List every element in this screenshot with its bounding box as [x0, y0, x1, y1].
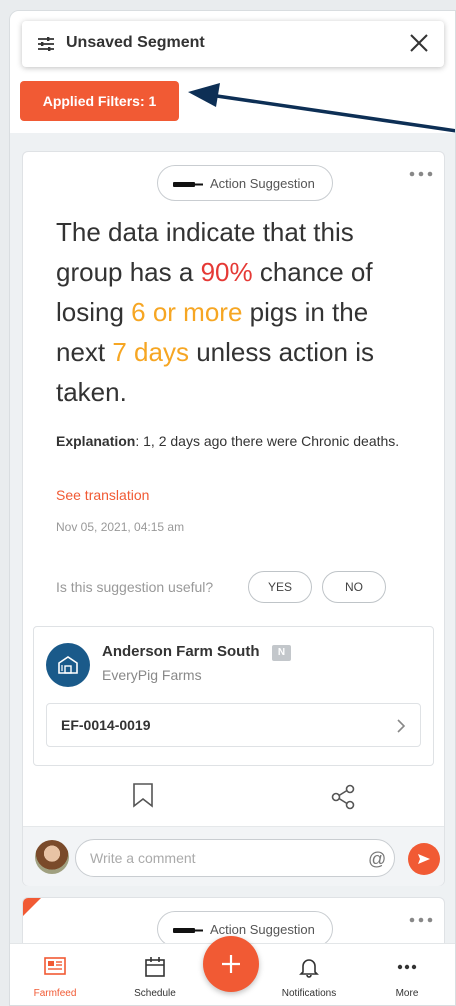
add-button[interactable] [203, 936, 259, 992]
farm-organization: EveryPig Farms [102, 667, 202, 683]
mention-icon[interactable]: @ [368, 849, 386, 870]
yes-button[interactable]: YES [248, 571, 312, 603]
comment-input[interactable] [75, 839, 395, 877]
send-icon [418, 854, 430, 864]
bell-icon [299, 959, 319, 978]
segment-bar[interactable]: Unsaved Segment [22, 21, 444, 67]
user-avatar [35, 840, 69, 874]
probability-value: 90% [200, 257, 253, 287]
nav-label: Schedule [134, 988, 176, 999]
more-icon [397, 964, 417, 970]
usefulness-question: Is this suggestion useful? [56, 579, 214, 595]
nav-notifications[interactable]: Notifications [264, 944, 354, 1005]
nav-schedule[interactable]: Schedule [110, 944, 200, 1005]
syringe-icon [173, 182, 203, 187]
more-options-icon[interactable] [408, 916, 434, 924]
farmfeed-icon [44, 957, 66, 975]
timestamp: Nov 05, 2021, 04:15 am [56, 520, 185, 534]
bookmark-icon[interactable] [132, 782, 154, 808]
nav-label: Farmfeed [33, 988, 77, 999]
bottom-navigation: Farmfeed Schedule Notifications More [10, 936, 455, 1005]
time-window-value: 7 days [112, 337, 189, 367]
comment-area: @ [23, 826, 444, 886]
calendar-icon [145, 957, 165, 977]
annotation-arrow-icon [188, 83, 455, 133]
explanation-label: Explanation [56, 433, 136, 449]
explanation-text: : 1, 2 days ago there were Chronic death… [135, 433, 400, 449]
more-options-icon[interactable] [408, 170, 434, 178]
farm-info-box: Anderson Farm South N EveryPig Farms EF-… [33, 626, 434, 766]
share-icon[interactable] [330, 784, 356, 810]
syringe-icon [173, 928, 203, 933]
card-type-label: Action Suggestion [210, 176, 315, 191]
farm-name: Anderson Farm South [102, 643, 260, 660]
see-translation-link[interactable]: See translation [56, 487, 149, 503]
farm-type-badge: N [272, 645, 291, 661]
card-type-label: Action Suggestion [210, 922, 315, 937]
group-id: EF-0014-0019 [61, 717, 151, 733]
group-row[interactable]: EF-0014-0019 [46, 703, 421, 747]
explanation: Explanation: 1, 2 days ago there were Ch… [56, 430, 416, 452]
suggestion-headline: The data indicate that this group has a … [56, 212, 416, 412]
segment-title: Unsaved Segment [66, 34, 205, 51]
suggestion-card: Action Suggestion The data indicate that… [22, 151, 445, 886]
app-frame: Unsaved Segment Applied Filters: 1 Actio… [9, 10, 456, 1006]
chevron-right-icon [397, 719, 406, 733]
close-icon[interactable] [408, 32, 430, 54]
nav-farmfeed[interactable]: Farmfeed [10, 944, 100, 1005]
loss-count-value: 6 or more [131, 297, 243, 327]
send-comment-button[interactable] [408, 843, 440, 875]
nav-label: More [395, 988, 419, 999]
nav-more[interactable]: More [362, 944, 452, 1005]
unread-corner-marker [23, 898, 41, 916]
card-type-pill: Action Suggestion [157, 165, 333, 201]
applied-filters-button[interactable]: Applied Filters: 1 [20, 81, 179, 121]
barn-icon [58, 656, 78, 674]
no-button[interactable]: NO [322, 571, 386, 603]
plus-icon [222, 955, 240, 973]
farm-avatar [46, 643, 90, 687]
sliders-icon [38, 37, 54, 51]
nav-label: Notifications [281, 988, 337, 999]
